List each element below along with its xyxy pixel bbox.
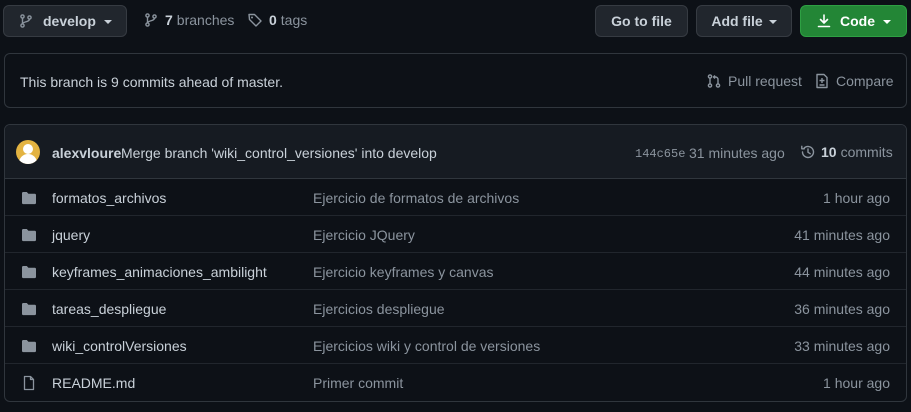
- file-row[interactable]: formatos_archivos Ejercicio de formatos d…: [5, 179, 906, 216]
- branches-count: 7: [165, 12, 173, 28]
- chevron-down-icon: [768, 20, 777, 24]
- branch-selector-button[interactable]: develop: [3, 5, 127, 37]
- pull-request-icon: [706, 73, 722, 89]
- branches-link[interactable]: 7 branches: [143, 12, 234, 28]
- file-row[interactable]: jquery Ejercicio JQuery 41 minutes ago: [5, 216, 906, 253]
- file-diff-icon: [814, 73, 830, 89]
- file-commit-message-link[interactable]: Ejercicio keyframes y canvas: [313, 264, 494, 280]
- file-commit-message-link[interactable]: Ejercicio de formatos de archivos: [313, 190, 519, 206]
- commit-message[interactable]: Merge branch 'wiki_control_versiones' in…: [121, 145, 437, 161]
- tags-link[interactable]: 0 tags: [247, 12, 307, 28]
- commits-history-link[interactable]: 10 commits: [800, 144, 893, 160]
- tag-icon: [247, 12, 263, 28]
- code-button[interactable]: Code: [800, 5, 907, 37]
- compare-label: Compare: [836, 73, 894, 89]
- file-commit-message-link[interactable]: Ejercicios wiki y control de versiones: [313, 338, 540, 354]
- file-list: formatos_archivos Ejercicio de formatos d…: [5, 179, 906, 401]
- folder-icon: [21, 264, 37, 280]
- file-commit-age: 33 minutes ago: [794, 338, 890, 354]
- tags-count: 0: [269, 12, 277, 28]
- file-name-link[interactable]: formatos_archivos: [52, 190, 166, 206]
- file-row[interactable]: keyframes_animaciones_ambilight Ejercicio…: [5, 253, 906, 290]
- avatar[interactable]: [16, 140, 40, 164]
- file-commit-age: 1 hour ago: [823, 375, 890, 391]
- commit-author[interactable]: alexvloure: [52, 145, 121, 161]
- file-commit-age: 36 minutes ago: [794, 301, 890, 317]
- commits-label: commits: [840, 144, 893, 160]
- file-name-link[interactable]: jquery: [52, 227, 90, 243]
- folder-icon: [21, 301, 37, 317]
- history-icon: [800, 144, 816, 160]
- commits-count: 10: [821, 144, 837, 160]
- file-icon: [21, 375, 37, 391]
- branch-ahead-banner: This branch is 9 commits ahead of master…: [4, 53, 907, 108]
- file-browser: alexvloure Merge branch 'wiki_control_ve…: [4, 124, 907, 402]
- file-name-link[interactable]: wiki_controlVersiones: [52, 338, 187, 354]
- file-commit-message-link[interactable]: Ejercicio JQuery: [313, 227, 415, 243]
- file-commit-age: 44 minutes ago: [794, 264, 890, 280]
- commit-time: 31 minutes ago: [689, 145, 785, 161]
- git-branch-icon: [143, 12, 159, 28]
- branches-label: branches: [176, 12, 235, 28]
- file-name-link[interactable]: keyframes_animaciones_ambilight: [52, 264, 267, 280]
- file-commit-age: 1 hour ago: [823, 190, 890, 206]
- folder-icon: [21, 190, 37, 206]
- add-file-button[interactable]: Add file: [696, 5, 792, 37]
- compare-link[interactable]: Compare: [814, 73, 894, 89]
- chevron-down-icon: [883, 20, 891, 24]
- file-commit-age: 41 minutes ago: [794, 227, 890, 243]
- add-file-label: Add file: [711, 13, 763, 29]
- file-commit-message-link[interactable]: Ejercicios despliegue: [313, 301, 445, 317]
- folder-icon: [21, 338, 37, 354]
- tags-label: tags: [280, 12, 308, 28]
- commit-hash[interactable]: 144c65e: [635, 147, 685, 161]
- go-to-file-label: Go to file: [611, 13, 672, 29]
- download-icon: [816, 13, 832, 29]
- repo-toolbar: develop 7 branches 0 tags Go to file Add…: [0, 0, 911, 42]
- file-commit-message-link[interactable]: Primer commit: [313, 375, 403, 391]
- chevron-down-icon: [103, 20, 112, 24]
- branch-ahead-text: This branch is 9 commits ahead of master…: [20, 74, 283, 90]
- file-row[interactable]: wiki_controlVersiones Ejercicios wiki y c…: [5, 327, 906, 364]
- latest-commit-bar: alexvloure Merge branch 'wiki_control_ve…: [5, 125, 906, 179]
- file-row[interactable]: tareas_despliegue Ejercicios despliegue 36…: [5, 290, 906, 327]
- file-name-link[interactable]: README.md: [52, 375, 135, 391]
- pull-request-link[interactable]: Pull request: [706, 73, 802, 89]
- git-branch-icon: [18, 13, 34, 29]
- branch-selector-label: develop: [43, 13, 96, 29]
- go-to-file-button[interactable]: Go to file: [595, 5, 688, 37]
- folder-icon: [21, 227, 37, 243]
- code-label: Code: [840, 13, 875, 29]
- file-name-link[interactable]: tareas_despliegue: [52, 301, 166, 317]
- file-row[interactable]: README.md Primer commit 1 hour ago: [5, 364, 906, 401]
- pull-request-label: Pull request: [728, 73, 802, 89]
